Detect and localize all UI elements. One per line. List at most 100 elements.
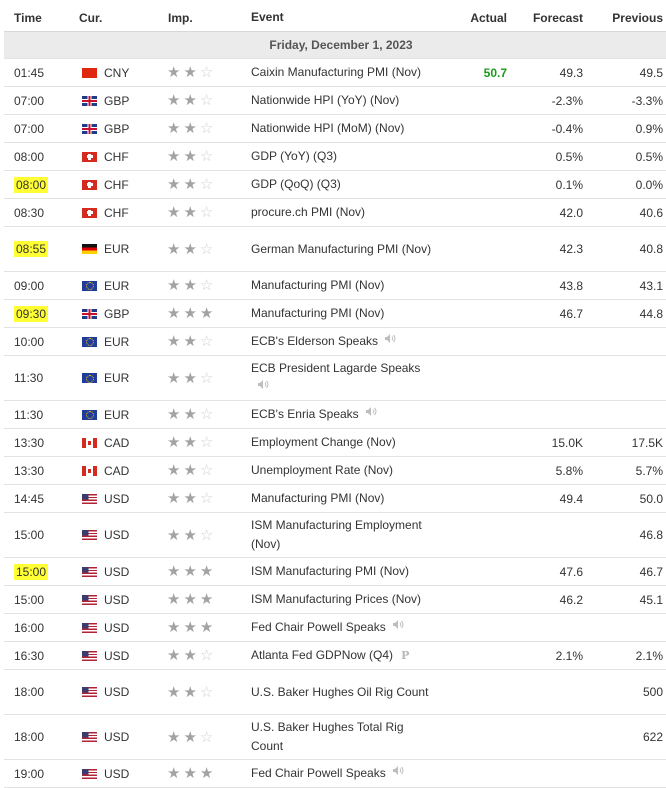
previous-cell xyxy=(586,355,666,401)
event-name[interactable]: Unemployment Rate (Nov) xyxy=(251,463,393,477)
event-row[interactable]: 01:45 CNY ★ ★ ☆ Caixin Manufacturing PMI (Nov… xyxy=(4,58,666,87)
event-name[interactable]: Nationwide HPI (YoY) (Nov) xyxy=(251,93,399,107)
event-row[interactable]: 16:30 USD ★ ★ ☆ Atlanta Fed GDPNow (Q4) P 2.1% 2… xyxy=(4,641,666,670)
star-empty-icon: ☆ xyxy=(199,490,214,507)
event-cell[interactable]: Manufacturing PMI (Nov) xyxy=(249,299,438,328)
event-cell[interactable]: ECB President Lagarde Speaks xyxy=(249,355,438,401)
currency-wrap: USD xyxy=(76,593,157,607)
event-row[interactable]: 11:30 EUR ★ ★ ☆ ECB President Lagarde Speaks xyxy=(4,355,666,401)
star-empty-icon: ☆ xyxy=(199,148,214,165)
event-cell[interactable]: ISM Manufacturing Prices (Nov) xyxy=(249,585,438,614)
event-row[interactable]: 15:00 USD ★ ★ ☆ ISM Manufacturing Employment … xyxy=(4,512,666,558)
event-name[interactable]: Nationwide HPI (MoM) (Nov) xyxy=(251,121,404,135)
event-row[interactable]: 15:00 USD ★ ★ ★ ISM Manufacturing Prices (Nov… xyxy=(4,585,666,614)
event-name[interactable]: Employment Change (Nov) xyxy=(251,435,396,449)
flag-chf-icon xyxy=(82,207,97,218)
header-event[interactable]: Event xyxy=(249,4,438,32)
event-cell[interactable]: Fed Chair Powell Speaks xyxy=(249,759,438,788)
event-cell[interactable]: Atlanta Fed GDPNow (Q4) P xyxy=(249,641,438,670)
event-row[interactable]: 13:30 CAD ★ ★ ☆ Employment Change (Nov) 15.0K 1… xyxy=(4,428,666,457)
event-row[interactable]: 08:30 CHF ★ ★ ☆ procure.ch PMI (Nov) 42.0 40.6 xyxy=(4,198,666,227)
event-row[interactable]: 13:30 CAD ★ ★ ☆ Unemployment Rate (Nov) 5.8% 5.… xyxy=(4,456,666,485)
speaker-icon xyxy=(257,378,269,397)
event-row[interactable]: 11:30 EUR ★ ★ ☆ ECB's Enria Speaks xyxy=(4,400,666,429)
event-cell[interactable]: Manufacturing PMI (Nov) xyxy=(249,484,438,513)
header-row: Time Cur. Imp. Event Actual Forecast Pre… xyxy=(4,4,666,32)
header-forecast[interactable]: Forecast xyxy=(510,4,586,32)
speaker-icon xyxy=(392,618,404,637)
flag-eur-de-icon xyxy=(82,244,97,254)
event-cell[interactable]: ISM Manufacturing Employment (Nov) xyxy=(249,512,438,558)
event-cell[interactable]: German Manufacturing PMI (Nov) xyxy=(249,226,438,272)
star-filled-icon: ★ xyxy=(199,563,214,580)
event-name[interactable]: Fed Chair Powell Speaks xyxy=(251,766,386,780)
event-row[interactable]: 14:45 USD ★ ★ ☆ Manufacturing PMI (Nov) 49.4 50… xyxy=(4,484,666,513)
event-name[interactable]: Fed Chair Powell Speaks xyxy=(251,620,386,634)
event-row[interactable]: 08:55 EUR ★ ★ ☆ German Manufacturing PMI (Nov… xyxy=(4,226,666,272)
event-row[interactable]: 09:00 EUR ★ ★ ☆ Manufacturing PMI (Nov) 43.8 43… xyxy=(4,271,666,300)
event-row[interactable]: 19:00 USD ★ ★ ★ Fed Chair Powell Speaks xyxy=(4,759,666,788)
event-cell[interactable]: GDP (QoQ) (Q3) xyxy=(249,170,438,199)
event-row[interactable]: 16:00 USD ★ ★ ★ Fed Chair Powell Speaks xyxy=(4,613,666,642)
event-name[interactable]: U.S. Baker Hughes Oil Rig Count xyxy=(251,685,428,699)
event-cell[interactable]: ECB's Enria Speaks xyxy=(249,400,438,429)
event-row[interactable]: 08:00 CHF ★ ★ ☆ GDP (YoY) (Q3) 0.5% 0.5% xyxy=(4,142,666,171)
currency-wrap: GBP xyxy=(76,122,157,136)
event-cell[interactable]: Caixin Manufacturing PMI (Nov) xyxy=(249,58,438,87)
currency-wrap: EUR xyxy=(76,242,157,256)
event-name[interactable]: Manufacturing PMI (Nov) xyxy=(251,278,384,292)
event-cell[interactable]: Unemployment Rate (Nov) xyxy=(249,456,438,485)
event-cell[interactable]: U.S. Baker Hughes Total Rig Count xyxy=(249,714,438,760)
previous-value: 40.6 xyxy=(639,205,663,220)
event-row[interactable]: 09:30 GBP ★ ★ ★ Manufacturing PMI (Nov) 46.7 44… xyxy=(4,299,666,328)
event-name[interactable]: Atlanta Fed GDPNow (Q4) xyxy=(251,648,393,662)
forecast-value: 0.1% xyxy=(555,177,583,192)
event-cell[interactable]: Nationwide HPI (YoY) (Nov) xyxy=(249,86,438,115)
flag-gbp-icon xyxy=(82,308,97,319)
event-cell[interactable]: ISM Manufacturing PMI (Nov) xyxy=(249,557,438,586)
event-name[interactable]: ECB's Elderson Speaks xyxy=(251,334,378,348)
event-name[interactable]: procure.ch PMI (Nov) xyxy=(251,205,365,219)
header-previous[interactable]: Previous xyxy=(586,4,666,32)
event-cell[interactable]: Nationwide HPI (MoM) (Nov) xyxy=(249,114,438,143)
event-cell[interactable]: procure.ch PMI (Nov) xyxy=(249,198,438,227)
event-cell[interactable]: Employment Change (Nov) xyxy=(249,428,438,457)
header-time[interactable]: Time xyxy=(4,4,75,32)
event-row[interactable]: 07:00 GBP ★ ★ ☆ Nationwide HPI (MoM) (Nov) -0.… xyxy=(4,114,666,143)
event-time: 13:30 xyxy=(14,435,45,450)
currency-cell: USD xyxy=(75,613,158,642)
event-name[interactable]: U.S. Baker Hughes Total Rig Count xyxy=(251,720,404,753)
actual-cell xyxy=(438,114,510,143)
importance-cell: ★ ★ ★ xyxy=(158,585,249,614)
event-row[interactable]: 15:00 USD ★ ★ ★ ISM Manufacturing PMI (Nov) 47… xyxy=(4,557,666,586)
event-name[interactable]: ISM Manufacturing Prices (Nov) xyxy=(251,592,421,606)
event-row[interactable]: 07:00 GBP ★ ★ ☆ Nationwide HPI (YoY) (Nov) -2.… xyxy=(4,86,666,115)
event-cell[interactable]: Fed Chair Powell Speaks xyxy=(249,613,438,642)
event-name[interactable]: ISM Manufacturing Employment (Nov) xyxy=(251,518,422,551)
event-row[interactable]: 18:00 USD ★ ★ ☆ U.S. Baker Hughes Total Rig C… xyxy=(4,714,666,760)
event-cell[interactable]: Manufacturing PMI (Nov) xyxy=(249,271,438,300)
event-name[interactable]: ECB President Lagarde Speaks xyxy=(251,361,420,375)
event-row[interactable]: 10:00 EUR ★ ★ ☆ ECB's Elderson Speaks xyxy=(4,327,666,356)
event-cell[interactable]: ECB's Elderson Speaks xyxy=(249,327,438,356)
event-cell[interactable]: GDP (YoY) (Q3) xyxy=(249,142,438,171)
event-name[interactable]: GDP (QoQ) (Q3) xyxy=(251,177,341,191)
event-name[interactable]: ISM Manufacturing PMI (Nov) xyxy=(251,564,409,578)
header-actual[interactable]: Actual xyxy=(438,4,510,32)
event-cell[interactable]: U.S. Baker Hughes Oil Rig Count xyxy=(249,669,438,715)
header-currency[interactable]: Cur. xyxy=(75,4,158,32)
star-filled-icon: ★ xyxy=(167,434,181,451)
event-name[interactable]: German Manufacturing PMI (Nov) xyxy=(251,242,431,256)
currency-code: GBP xyxy=(104,306,130,321)
event-name[interactable]: Caixin Manufacturing PMI (Nov) xyxy=(251,65,421,79)
event-row[interactable]: 08:00 CHF ★ ★ ☆ GDP (QoQ) (Q3) 0.1% 0.0% xyxy=(4,170,666,199)
event-name[interactable]: ECB's Enria Speaks xyxy=(251,407,359,421)
currency-cell: CAD xyxy=(75,428,158,457)
event-name[interactable]: GDP (YoY) (Q3) xyxy=(251,149,337,163)
event-row[interactable]: 18:00 USD ★ ★ ☆ U.S. Baker Hughes Oil Rig Cou… xyxy=(4,669,666,715)
event-name[interactable]: Manufacturing PMI (Nov) xyxy=(251,306,384,320)
speaker-icon xyxy=(384,332,396,351)
actual-cell xyxy=(438,669,510,715)
event-name[interactable]: Manufacturing PMI (Nov) xyxy=(251,491,384,505)
header-importance[interactable]: Imp. xyxy=(158,4,249,32)
